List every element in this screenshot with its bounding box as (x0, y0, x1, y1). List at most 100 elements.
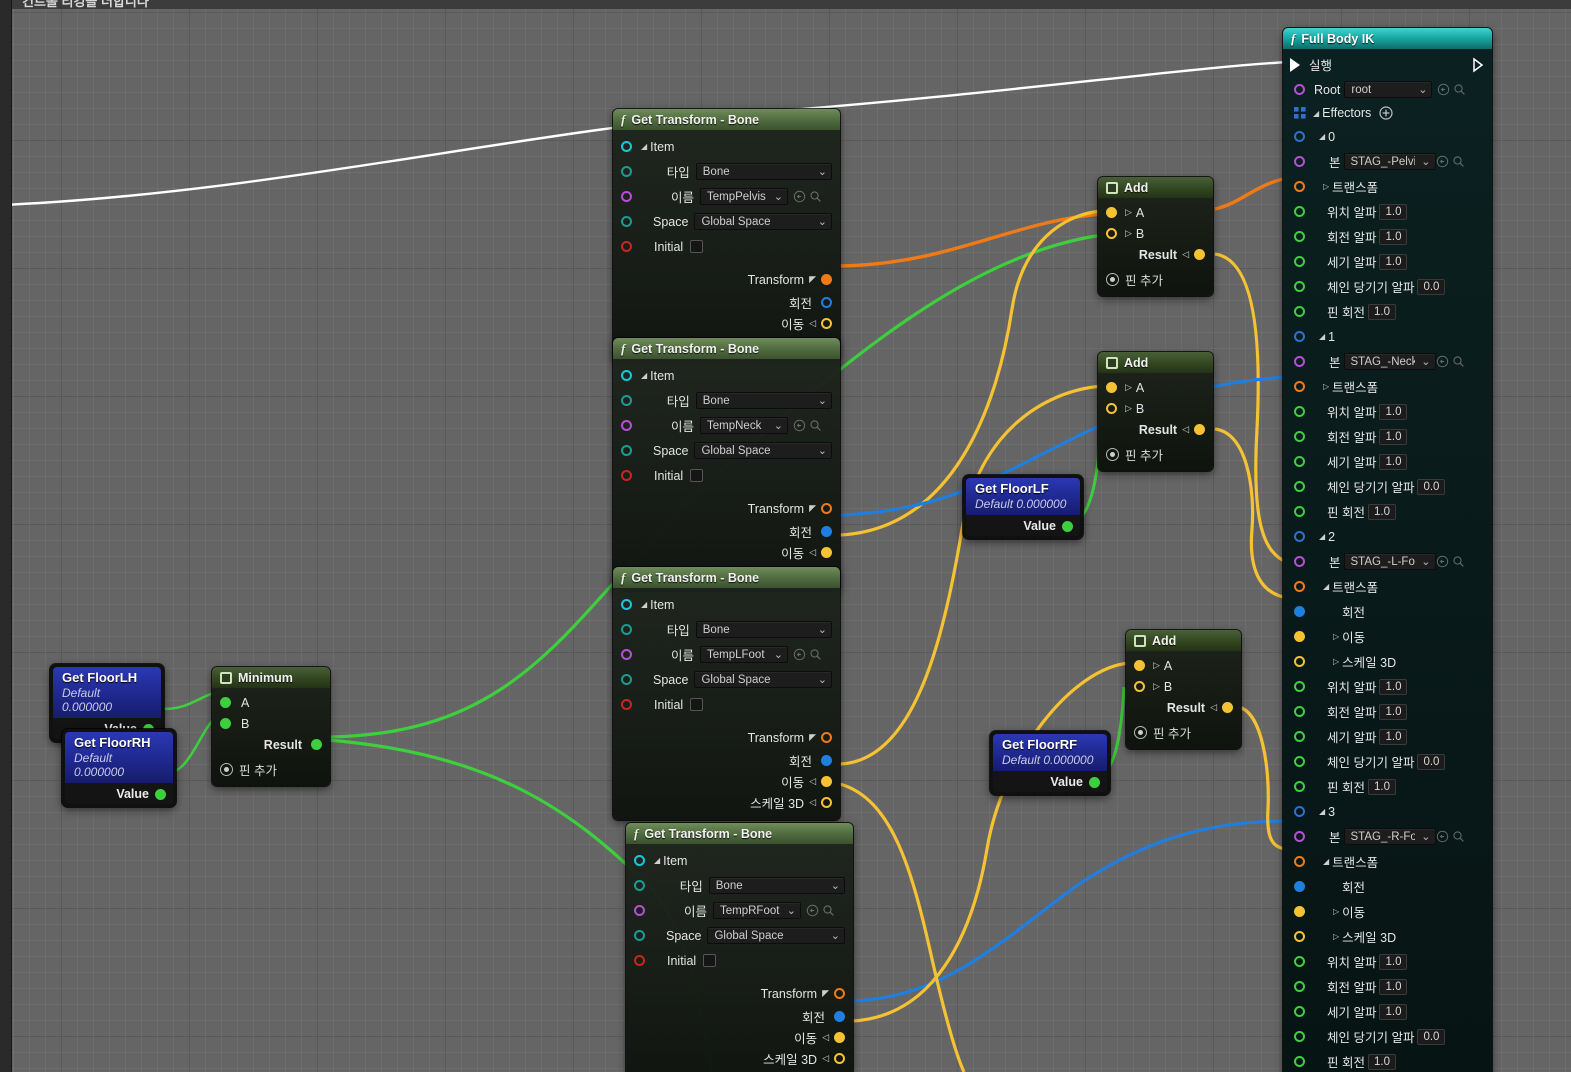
bone-input-pin[interactable] (1294, 356, 1305, 367)
output-pin-result[interactable]: Result (212, 734, 330, 755)
space-input-pin[interactable] (621, 674, 632, 685)
float-input-pin[interactable] (1294, 456, 1305, 467)
output-pin-result[interactable]: Result ◁ (1126, 697, 1241, 718)
node-get-floor-rh[interactable]: Get FloorRH Default 0.000000 Value (62, 729, 176, 807)
float-output-pin[interactable] (1089, 776, 1100, 788)
bone-dropdown[interactable]: STAG_-R-Foot ⌄ (1343, 828, 1436, 845)
name-dropdown[interactable]: TempNeck ⌄ (700, 417, 788, 434)
transform-output-pin[interactable] (821, 503, 832, 514)
alpha-value-field[interactable]: 1.0 (1379, 403, 1408, 420)
effector-alpha-row[interactable]: 세기 알파 1.0 (1283, 724, 1492, 749)
struct-arrow-icon[interactable]: ◤ (822, 988, 829, 999)
array-element-pin[interactable] (1294, 131, 1305, 142)
struct-arrow-icon[interactable]: ◁ (1182, 249, 1189, 260)
expand-triangle-icon[interactable]: ▷ (1333, 632, 1339, 641)
add-pin-button[interactable]: 핀 추가 (1098, 268, 1213, 289)
expand-triangle-icon[interactable]: ◢ (1319, 807, 1325, 816)
struct-arrow-icon[interactable]: ▷ (1125, 382, 1132, 393)
name-input-pin[interactable] (621, 649, 632, 660)
browse-back-icon[interactable] (793, 419, 806, 432)
item-pin-row[interactable]: ◢ Item (613, 363, 840, 388)
alpha-value-field[interactable]: 1.0 (1379, 203, 1408, 220)
search-icon[interactable] (809, 648, 822, 661)
alpha-value-field[interactable]: 1.0 (1367, 1053, 1396, 1070)
output-rotation-row[interactable]: 회전 (613, 292, 840, 313)
float-input-pin[interactable] (1294, 1006, 1305, 1017)
float-input-pin[interactable] (1294, 681, 1305, 692)
type-row[interactable]: 타입 Bone ⌄ (613, 388, 840, 413)
effector-alpha-row[interactable]: 세기 알파 1.0 (1283, 449, 1492, 474)
node-add-1[interactable]: Add ▷ A ▷ B Result ◁ 핀 추가 (1098, 177, 1213, 296)
struct-arrow-icon[interactable]: ▷ (1153, 681, 1160, 692)
rotation-output-pin[interactable] (821, 526, 832, 537)
expand-triangle-icon[interactable]: ◢ (641, 600, 647, 609)
effector-alpha-row[interactable]: 회전 알파 1.0 (1283, 699, 1492, 724)
output-translation-row[interactable]: 이동 ◁ (613, 313, 840, 334)
browse-back-icon[interactable] (1437, 83, 1450, 96)
type-dropdown[interactable]: Bone ⌄ (695, 163, 832, 180)
float-input-pin[interactable] (1294, 1031, 1305, 1042)
struct-arrow-icon[interactable]: ◁ (809, 797, 816, 808)
transform-output-pin[interactable] (821, 274, 832, 285)
name-dropdown[interactable]: TempPelvis ⌄ (700, 188, 788, 205)
effector-alpha-row[interactable]: 위치 알파 1.0 (1283, 399, 1492, 424)
rotation-output-pin[interactable] (834, 1011, 845, 1022)
translation-output-pin[interactable] (821, 318, 832, 329)
expand-triangle-icon[interactable]: ◢ (641, 371, 647, 380)
item-input-pin[interactable] (621, 599, 632, 610)
scale-sub-pin[interactable] (1294, 931, 1305, 942)
float-input-pin[interactable] (1294, 506, 1305, 517)
bone-input-pin[interactable] (1294, 556, 1305, 567)
effector-alpha-row[interactable]: 세기 알파 1.0 (1283, 999, 1492, 1024)
alpha-value-field[interactable]: 1.0 (1367, 778, 1396, 795)
name-dropdown[interactable]: TempLFoot ⌄ (700, 646, 788, 663)
output-pin-row[interactable]: Value (993, 771, 1107, 792)
output-transform-row[interactable]: Transform ◤ (613, 267, 840, 292)
initial-checkbox[interactable] (703, 954, 717, 967)
translation-output-pin[interactable] (1194, 249, 1205, 260)
browse-back-icon[interactable] (1436, 555, 1449, 568)
effector-bone-row[interactable]: 본 STAG_-R-Foot ⌄ (1283, 824, 1492, 849)
transform-sub-row[interactable]: ▷ 이동 (1283, 899, 1492, 924)
struct-arrow-icon[interactable]: ◁ (1182, 424, 1189, 435)
float-input-pin[interactable] (1294, 981, 1305, 992)
space-dropdown[interactable]: Global Space ⌄ (694, 442, 832, 459)
input-pin-a[interactable]: ▷ A (1098, 202, 1213, 223)
search-icon[interactable] (1452, 830, 1465, 843)
transform-sub-row[interactable]: ▷ 스케일 3D (1283, 924, 1492, 949)
effector-bone-row[interactable]: 본 STAG_-Neck1 ⌄ (1283, 349, 1492, 374)
input-pin-b[interactable]: ▷ B (1126, 676, 1241, 697)
effector-alpha-row[interactable]: 핀 회전 1.0 (1283, 499, 1492, 524)
type-input-pin[interactable] (621, 395, 632, 406)
scale-output-pin[interactable] (821, 797, 832, 808)
bone-dropdown[interactable]: STAG_-L-Foot ⌄ (1343, 553, 1436, 570)
effector-alpha-row[interactable]: 회전 알파 1.0 (1283, 224, 1492, 249)
expand-triangle-icon[interactable]: ▷ (1323, 382, 1329, 391)
name-input-pin[interactable] (621, 420, 632, 431)
alpha-value-field[interactable]: 1.0 (1379, 428, 1408, 445)
type-row[interactable]: 타입 Bone ⌄ (613, 617, 840, 642)
search-icon[interactable] (822, 904, 835, 917)
output-transform-row[interactable]: Transform ◤ (626, 981, 853, 1006)
effector-index-row[interactable]: ◢ 0 (1283, 124, 1492, 149)
node-full-body-ik[interactable]: f Full Body IK 실행 Root root ⌄ ◢ Effector… (1283, 28, 1492, 1072)
struct-arrow-icon[interactable]: ◁ (822, 1032, 829, 1043)
type-input-pin[interactable] (621, 624, 632, 635)
struct-arrow-icon[interactable]: ◤ (809, 732, 816, 743)
effector-transform-row[interactable]: ▷ 트랜스폼 (1283, 174, 1492, 199)
rotation-output-pin[interactable] (821, 755, 832, 766)
item-pin-row[interactable]: ◢ Item (626, 848, 853, 873)
float-output-pin[interactable] (311, 739, 322, 750)
float-input-pin[interactable] (1294, 781, 1305, 792)
add-pin-button[interactable]: 핀 추가 (1126, 721, 1241, 742)
name-row[interactable]: 이름 TempPelvis ⌄ (613, 184, 840, 209)
output-rotation-row[interactable]: 회전 (626, 1006, 853, 1027)
output-rotation-row[interactable]: 회전 (613, 750, 840, 771)
search-icon[interactable] (809, 190, 822, 203)
struct-arrow-icon[interactable]: ◁ (809, 776, 816, 787)
struct-arrow-icon[interactable]: ▷ (1125, 228, 1132, 239)
type-dropdown[interactable]: Bone ⌄ (695, 621, 832, 638)
bone-dropdown[interactable]: STAG_-Pelvis ⌄ (1343, 153, 1436, 170)
browse-back-icon[interactable] (793, 648, 806, 661)
array-element-pin[interactable] (1294, 806, 1305, 817)
